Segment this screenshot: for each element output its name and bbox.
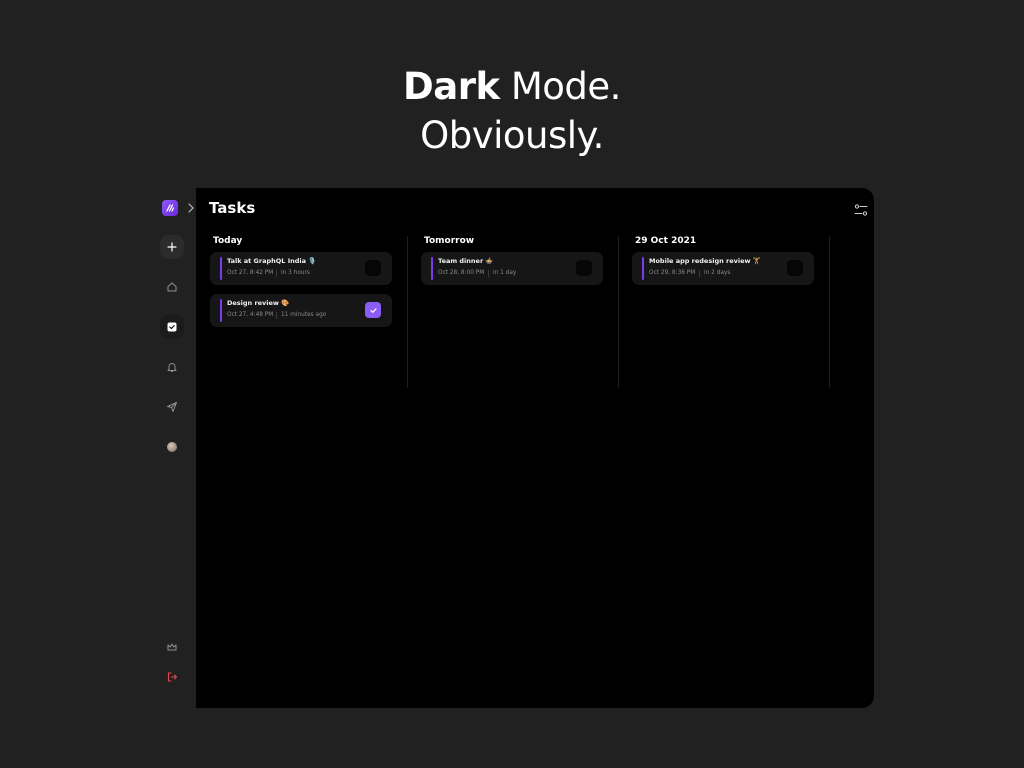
headline-rest: Mode. (499, 65, 622, 108)
task-title: Team dinner 🍲 (438, 257, 494, 265)
column-tomorrow: Tomorrow Team dinner 🍲 Oct 28, 8:00 PM i… (421, 236, 617, 386)
tasks-panel: Tasks Today Talk at GraphQL India 🎙️ Oct… (196, 188, 874, 708)
task-title: Talk at GraphQL India 🎙️ (227, 257, 317, 265)
task-checkbox[interactable] (365, 260, 381, 276)
column-29-oct-2021: 29 Oct 2021 Mobile app redesign review 🏋… (632, 236, 828, 386)
check-square-icon (167, 322, 177, 332)
logout-button[interactable] (160, 665, 184, 689)
filter-settings-icon[interactable] (854, 203, 868, 217)
sidebar-item-home[interactable] (160, 275, 184, 299)
task-date: Oct 27, 8:42 PM (227, 270, 274, 276)
task-checkbox[interactable] (576, 260, 592, 276)
meta-divider (699, 270, 700, 277)
task-checkbox-checked[interactable] (365, 302, 381, 318)
task-title: Mobile app redesign review 🏋️ (649, 257, 761, 265)
page-title: Tasks (209, 199, 256, 217)
home-icon (167, 282, 177, 292)
crown-icon (167, 643, 177, 651)
meta-divider (276, 270, 277, 277)
headline-bold: Dark (403, 65, 500, 108)
bell-icon (167, 363, 177, 372)
meta-divider (276, 312, 277, 319)
task-date: Oct 28, 8:00 PM (438, 270, 485, 276)
meta-divider (488, 270, 489, 277)
add-task-button[interactable] (160, 235, 184, 259)
sidebar-item-send[interactable] (160, 395, 184, 419)
premium-button[interactable] (160, 635, 184, 659)
send-icon (167, 402, 177, 412)
task-card[interactable]: Talk at GraphQL India 🎙️ Oct 27, 8:42 PM… (210, 252, 392, 285)
task-card[interactable]: Design review 🎨 Oct 27, 4:48 PM 11 minut… (210, 294, 392, 327)
priority-bar (220, 299, 222, 322)
sidebar-item-tasks[interactable] (160, 315, 184, 339)
column-divider (407, 236, 408, 388)
avatar (167, 442, 177, 452)
priority-bar (642, 257, 644, 280)
checkmark-icon (369, 307, 377, 313)
plus-icon (167, 242, 177, 252)
sidebar-item-notifications[interactable] (160, 355, 184, 379)
task-date: Oct 27, 4:48 PM (227, 312, 274, 318)
column-title: Today (213, 236, 243, 246)
column-today: Today Talk at GraphQL India 🎙️ Oct 27, 8… (210, 236, 406, 386)
task-date: Oct 29, 8:36 PM (649, 270, 696, 276)
logout-icon (167, 672, 178, 682)
task-checkbox[interactable] (787, 260, 803, 276)
task-relative-time: in 2 days (704, 270, 731, 276)
priority-bar (220, 257, 222, 280)
column-title: Tomorrow (424, 236, 475, 246)
task-relative-time: in 3 hours (281, 270, 310, 276)
task-card[interactable]: Team dinner 🍲 Oct 28, 8:00 PM in 1 day (421, 252, 603, 285)
profile-button[interactable] (160, 435, 184, 459)
task-card[interactable]: Mobile app redesign review 🏋️ Oct 29, 8:… (632, 252, 814, 285)
task-title: Design review 🎨 (227, 299, 290, 307)
priority-bar (431, 257, 433, 280)
task-relative-time: 11 minutes ago (281, 312, 327, 318)
column-divider (618, 236, 619, 388)
task-relative-time: in 1 day (493, 270, 517, 276)
column-divider (829, 236, 830, 388)
headline-line2: Obviously. (420, 114, 604, 157)
sidebar (152, 188, 196, 708)
marketing-headline: Dark Mode. Obviously. (0, 62, 1024, 160)
logo-icon[interactable] (162, 200, 178, 216)
column-title: 29 Oct 2021 (635, 236, 697, 246)
